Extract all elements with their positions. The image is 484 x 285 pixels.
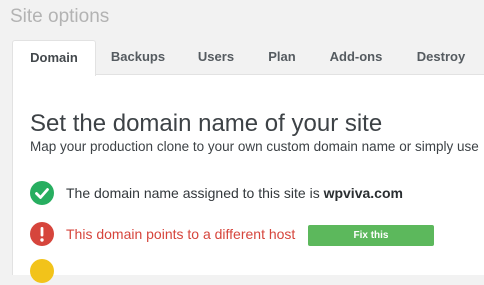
tab-add-ons[interactable]: Add-ons <box>320 40 392 74</box>
fix-this-button[interactable]: Fix this <box>308 225 434 246</box>
tab-backups[interactable]: Backups <box>104 40 172 74</box>
panel-subheading: Map your production clone to your own cu… <box>30 139 479 154</box>
domain-assigned-text: The domain name assigned to this site is… <box>66 185 403 201</box>
panel-heading: Set the domain name of your site <box>30 110 383 137</box>
tab-users[interactable]: Users <box>188 40 244 74</box>
status-row-different-host: This domain points to a different host F… <box>30 222 470 248</box>
tab-domain[interactable]: Domain <box>12 40 96 76</box>
warning-icon <box>30 259 54 283</box>
assigned-domain-name: wpviva.com <box>323 185 403 201</box>
tab-destroy[interactable]: Destroy <box>406 40 476 74</box>
different-host-text: This domain points to a different host <box>66 226 296 242</box>
status-row-warning <box>30 259 70 285</box>
page-title: Site options <box>10 6 110 27</box>
checkmark-icon <box>30 181 54 205</box>
exclamation-icon <box>30 222 54 246</box>
domain-assigned-label: The domain name assigned to this site is <box>66 185 324 201</box>
status-row-domain-assigned: The domain name assigned to this site is… <box>30 181 470 207</box>
tab-bar: Domain Backups Users Plan Add-ons Destro… <box>0 40 484 76</box>
tab-plan[interactable]: Plan <box>260 40 304 74</box>
